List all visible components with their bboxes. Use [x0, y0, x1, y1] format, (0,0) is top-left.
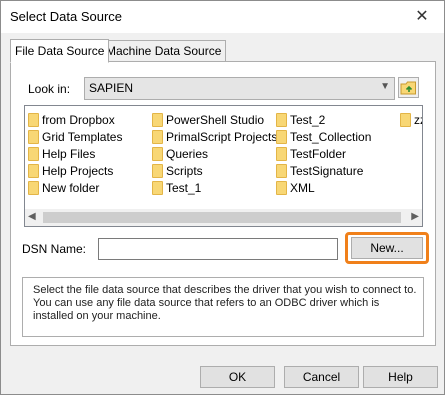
tab-machine-data-source[interactable]: Machine Data Source	[101, 40, 227, 62]
folder-icon	[28, 130, 39, 144]
list-item[interactable]: Help Projects	[28, 163, 113, 179]
dialog-title: Select Data Source	[10, 9, 123, 24]
list-item[interactable]: Test_1	[152, 180, 201, 196]
description-text: Select the file data source that describ…	[33, 284, 417, 322]
folder-icon	[28, 181, 39, 195]
file-data-source-panel: Look in: SAPIEN ▼ from Dropbox Grid Temp…	[10, 61, 436, 346]
folder-icon	[152, 164, 163, 178]
dsn-name-field[interactable]	[98, 238, 338, 260]
select-data-source-dialog: Select Data Source ✕ File Data Source Ma…	[0, 0, 445, 395]
look-in-label: Look in:	[28, 82, 71, 96]
list-item[interactable]: Queries	[152, 146, 208, 162]
new-button[interactable]: New...	[351, 237, 423, 259]
title-bar: Select Data Source ✕	[1, 1, 444, 33]
look-in-value: SAPIEN	[89, 81, 134, 95]
description-box: Select the file data source that describ…	[22, 277, 424, 337]
list-item[interactable]: Grid Templates	[28, 129, 122, 145]
folder-up-icon	[398, 77, 419, 98]
help-button[interactable]: Help	[363, 366, 438, 388]
list-item[interactable]: Test_Collection	[276, 129, 371, 145]
folder-icon	[276, 113, 287, 127]
horizontal-scrollbar[interactable]: ◀ ▶	[25, 209, 422, 226]
folder-icon	[28, 147, 39, 161]
close-button[interactable]: ✕	[400, 1, 444, 31]
list-item[interactable]: XML	[276, 180, 315, 196]
list-item[interactable]: New folder	[28, 180, 99, 196]
dsn-name-label: DSN Name:	[22, 242, 87, 256]
up-one-level-button[interactable]	[398, 77, 419, 98]
folder-icon	[276, 130, 287, 144]
list-item[interactable]: TestSignature	[276, 163, 363, 179]
folder-icon	[152, 147, 163, 161]
list-item[interactable]: PrimalScript Projects	[152, 129, 277, 145]
folder-icon	[276, 164, 287, 178]
ok-button[interactable]: OK	[200, 366, 275, 388]
look-in-dropdown[interactable]: SAPIEN ▼	[84, 77, 395, 100]
folder-icon	[152, 130, 163, 144]
list-item[interactable]: Help Files	[28, 146, 95, 162]
chevron-down-icon: ▼	[380, 81, 390, 92]
list-item[interactable]: Scripts	[152, 163, 203, 179]
scrollbar-thumb[interactable]	[43, 212, 401, 223]
folder-icon	[276, 181, 287, 195]
folder-icon	[28, 113, 39, 127]
folder-icon	[28, 164, 39, 178]
folder-icon	[276, 147, 287, 161]
folder-icon	[400, 113, 411, 127]
list-item[interactable]: PowerShell Studio	[152, 112, 264, 128]
folder-icon	[152, 113, 163, 127]
list-item[interactable]: from Dropbox	[28, 112, 115, 128]
list-item[interactable]: TestFolder	[276, 146, 346, 162]
scroll-right-icon[interactable]: ▶	[411, 211, 419, 222]
tab-file-data-source[interactable]: File Data Source	[10, 39, 110, 63]
cancel-button[interactable]: Cancel	[284, 366, 359, 388]
file-list[interactable]: from Dropbox Grid Templates Help Files H…	[24, 105, 423, 227]
folder-icon	[152, 181, 163, 195]
list-item[interactable]: zz	[400, 112, 422, 128]
scroll-left-icon[interactable]: ◀	[28, 211, 36, 222]
list-item[interactable]: Test_2	[276, 112, 325, 128]
